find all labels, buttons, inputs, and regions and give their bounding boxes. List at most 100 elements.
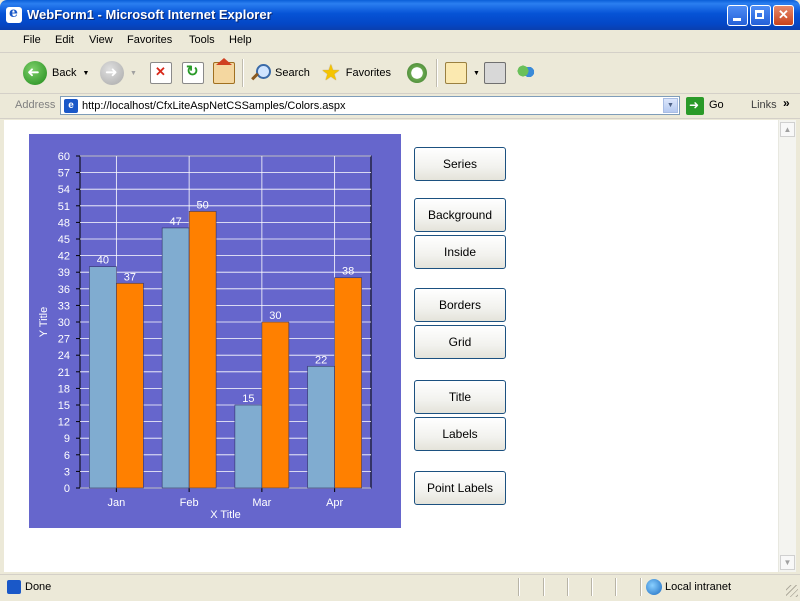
chart-canvas: 03691215182124273033363942454851545760Ja… [38, 151, 372, 521]
y-tick-label: 39 [58, 267, 70, 279]
go-arrow-icon[interactable] [686, 97, 704, 115]
chevron-down-icon[interactable]: ▼ [82, 70, 89, 77]
page-icon: e [64, 99, 78, 113]
x-tick-label: Feb [180, 497, 199, 509]
chevron-down-icon[interactable]: ▼ [473, 70, 480, 77]
refresh-button[interactable] [182, 59, 204, 87]
data-label: 30 [269, 310, 281, 322]
favorites-label: Favorites [345, 67, 391, 79]
inside-button[interactable]: Inside [414, 235, 506, 269]
series-button[interactable]: Series [414, 147, 506, 181]
back-button[interactable]: Back ▼ [23, 59, 89, 87]
data-label: 37 [124, 271, 136, 283]
address-url[interactable]: http://localhost/CfxLiteAspNetCSSamples/… [82, 100, 346, 112]
status-divider [567, 578, 569, 596]
y-tick-label: 6 [64, 450, 70, 462]
status-divider [518, 578, 520, 596]
address-input[interactable]: e http://localhost/CfxLiteAspNetCSSample… [60, 96, 680, 115]
data-label: 22 [315, 354, 327, 366]
address-label: Address [15, 99, 56, 111]
menu-edit[interactable]: Edit [55, 34, 74, 46]
back-arrow-icon [23, 61, 47, 85]
data-label: 40 [97, 255, 109, 267]
status-bar: Done Local intranet [0, 574, 800, 601]
minimize-button[interactable] [727, 5, 748, 26]
point-labels-button[interactable]: Point Labels [414, 471, 506, 505]
title-button[interactable]: Title [414, 380, 506, 414]
printer-icon [484, 62, 506, 84]
globe-icon [646, 579, 662, 595]
menu-help[interactable]: Help [229, 34, 252, 46]
browser-window: WebForm1 - Microsoft Internet Explorer F… [0, 0, 800, 601]
status-divider [615, 578, 617, 596]
resize-grip-icon[interactable] [786, 585, 798, 597]
history-button[interactable] [407, 59, 427, 87]
menu-file[interactable]: File [23, 34, 41, 46]
status-divider [640, 578, 642, 596]
menu-tools[interactable]: Tools [189, 34, 215, 46]
stop-button[interactable] [150, 59, 172, 87]
y-tick-label: 0 [64, 483, 70, 495]
forward-button[interactable]: ▼ [100, 59, 137, 87]
mail-button[interactable]: ▼ [445, 59, 480, 87]
y-tick-label: 36 [58, 284, 70, 296]
menu-view[interactable]: View [89, 34, 113, 46]
bar [161, 227, 190, 489]
y-tick-label: 21 [58, 367, 70, 379]
search-icon [250, 63, 271, 83]
data-label: 15 [242, 393, 254, 405]
star-icon: ★ [321, 60, 341, 85]
print-button[interactable] [484, 59, 506, 87]
maximize-button[interactable] [750, 5, 771, 26]
bar [188, 211, 217, 489]
bar [334, 277, 362, 489]
background-button[interactable]: Background [414, 198, 506, 232]
x-tick-label: Jan [108, 497, 126, 509]
y-tick-label: 12 [58, 417, 70, 429]
scroll-down-icon[interactable]: ▼ [780, 555, 795, 570]
bar [261, 321, 290, 489]
grid-button[interactable]: Grid [414, 325, 506, 359]
close-button[interactable] [773, 5, 794, 26]
status-divider [591, 578, 593, 596]
bar [89, 266, 117, 489]
data-label: 50 [197, 199, 209, 211]
labels-button[interactable]: Labels [414, 417, 506, 451]
menu-favorites[interactable]: Favorites [127, 34, 172, 46]
chevron-right-icon[interactable]: » [783, 96, 790, 110]
x-tick-label: Mar [252, 497, 271, 509]
address-bar: Address e http://localhost/CfxLiteAspNet… [0, 94, 800, 119]
search-label: Search [275, 67, 310, 79]
search-button[interactable]: Search [250, 59, 310, 87]
chevron-down-icon[interactable]: ▼ [130, 70, 137, 77]
links-label[interactable]: Links [751, 99, 777, 111]
scroll-up-icon[interactable]: ▲ [780, 122, 795, 137]
data-label: 38 [342, 266, 354, 278]
title-bar: WebForm1 - Microsoft Internet Explorer [0, 0, 800, 30]
status-text: Done [25, 581, 52, 593]
chevron-down-icon[interactable]: ▼ [663, 98, 678, 113]
bar [116, 282, 144, 489]
y-tick-label: 45 [58, 234, 70, 246]
borders-button[interactable]: Borders [414, 288, 506, 322]
ie-icon [6, 5, 22, 23]
history-icon [407, 63, 427, 83]
bar [307, 365, 335, 489]
back-label: Back [52, 67, 77, 79]
toolbar-separator [436, 59, 438, 87]
y-tick-label: 57 [58, 168, 70, 180]
page-status-icon [7, 580, 21, 594]
y-tick-label: 27 [58, 334, 70, 346]
y-tick-label: 33 [58, 300, 70, 312]
forward-arrow-icon [100, 61, 124, 85]
y-tick-label: 18 [58, 383, 70, 395]
home-button[interactable] [213, 58, 235, 87]
go-button[interactable]: Go [709, 99, 724, 111]
y-tick-label: 15 [58, 400, 70, 412]
stop-icon [150, 62, 172, 84]
toolbar-separator [242, 59, 244, 87]
favorites-button[interactable]: ★ Favorites [321, 59, 391, 87]
messenger-button[interactable] [516, 59, 536, 87]
bar [234, 404, 263, 489]
vertical-scrollbar[interactable]: ▲ ▼ [778, 120, 796, 572]
